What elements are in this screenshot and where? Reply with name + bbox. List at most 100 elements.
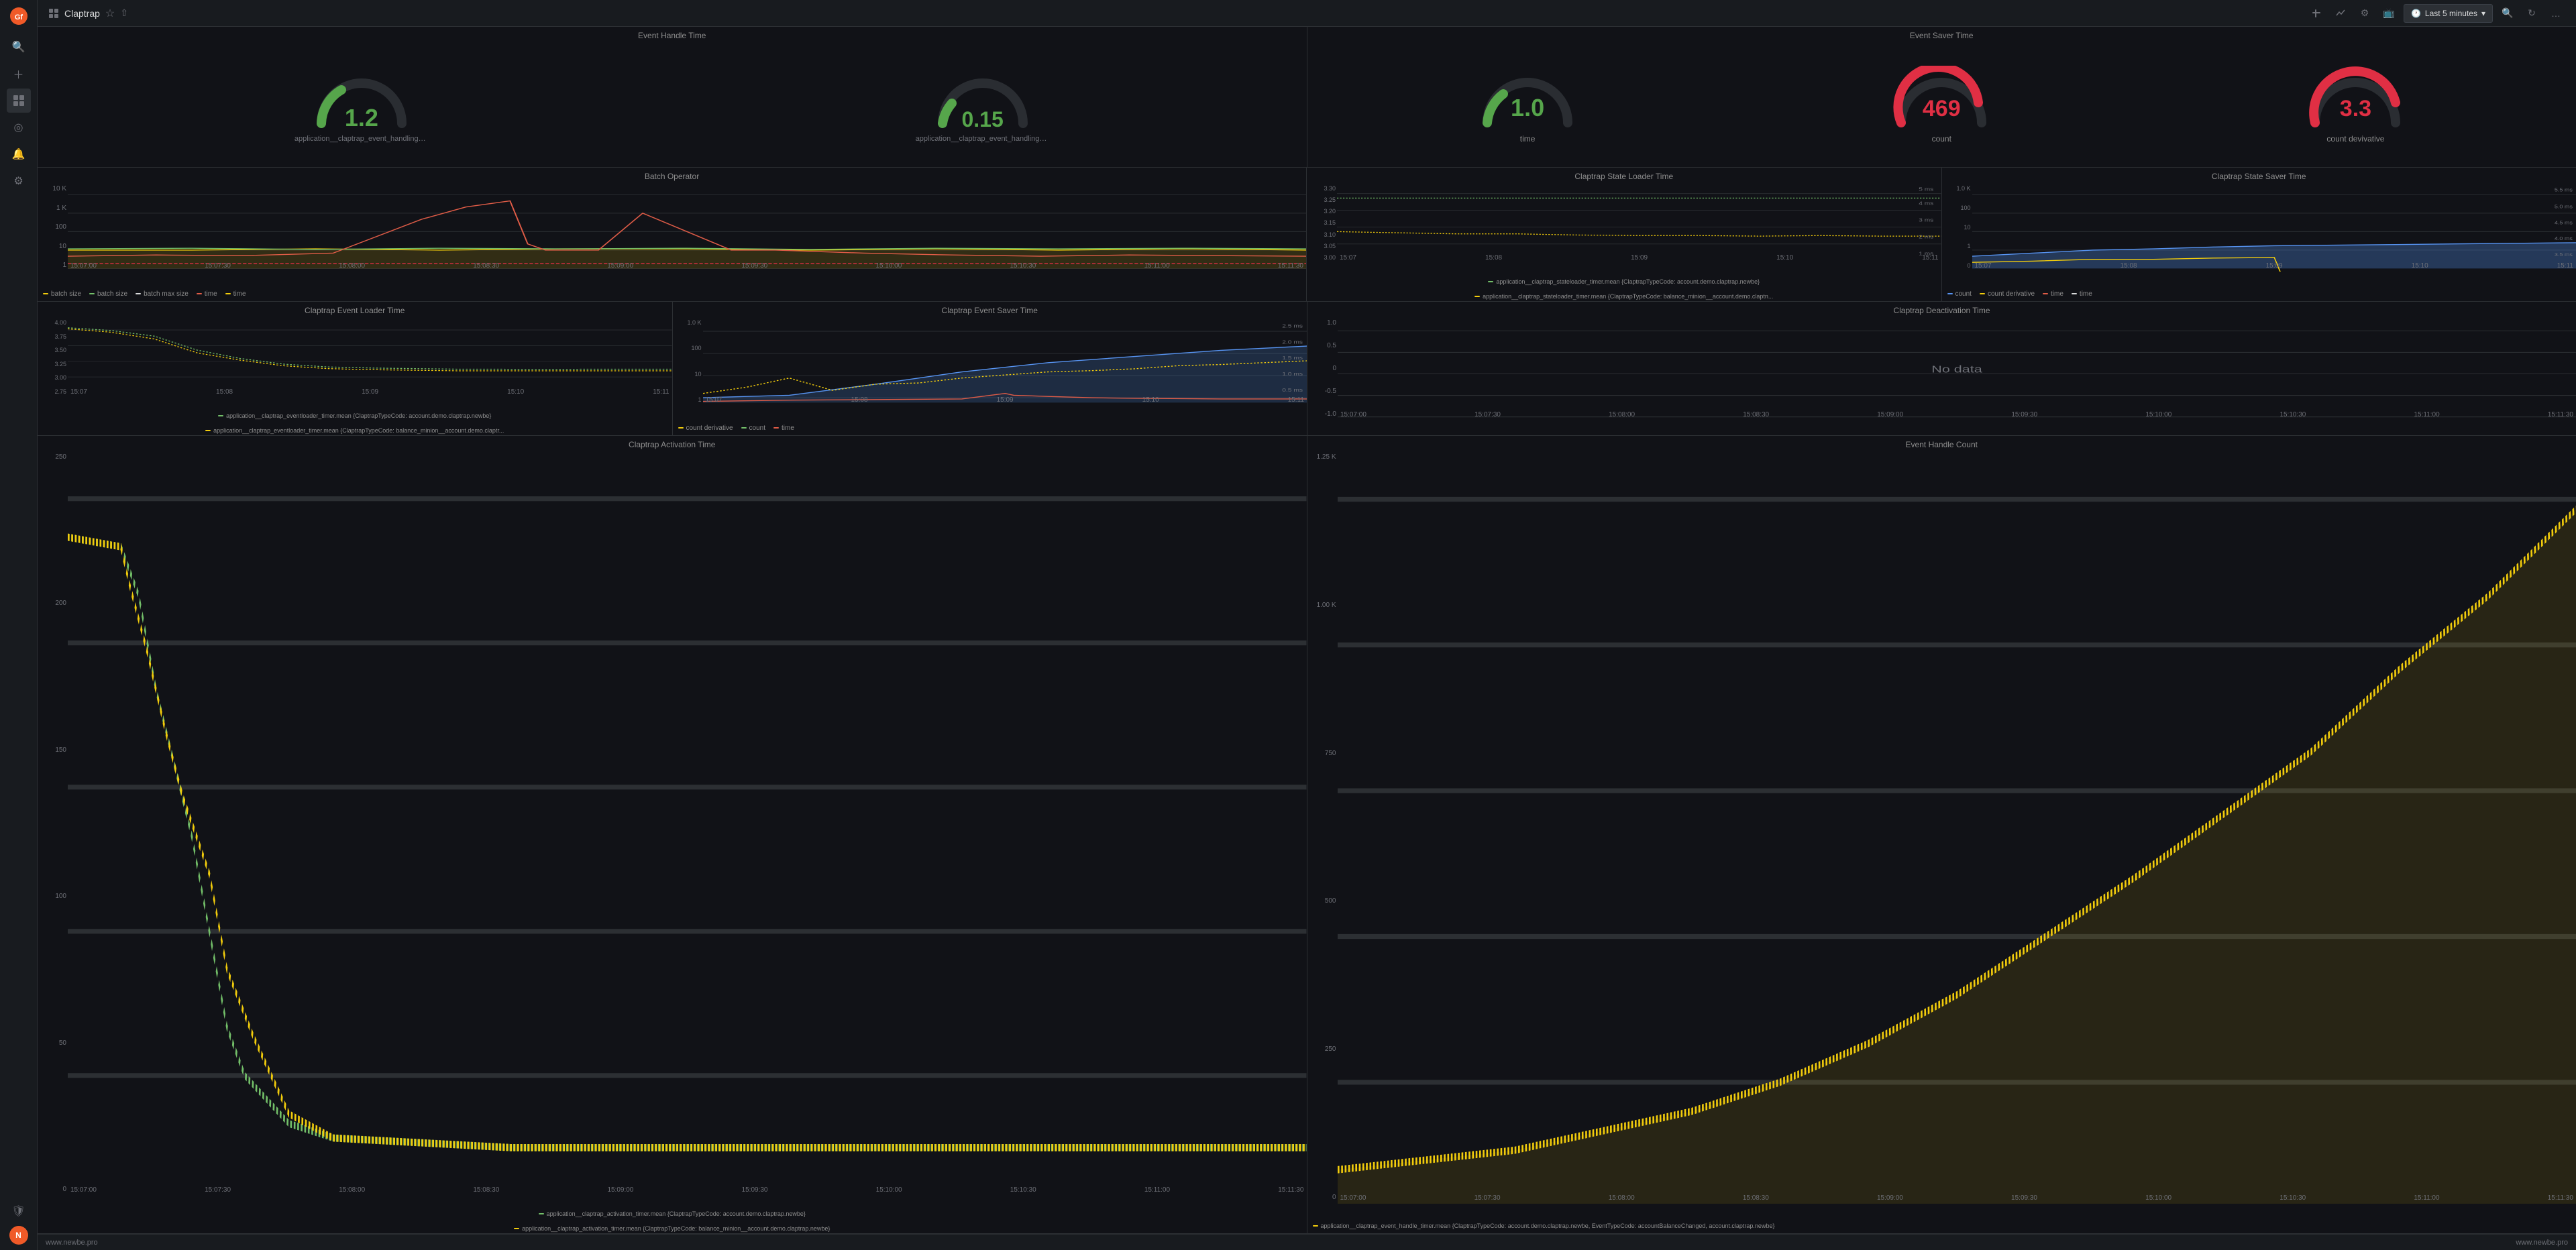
chart-body-state-loader: 3.30 3.25 3.20 3.15 3.10 3.05 3.00 (1307, 182, 1941, 278)
legend-es-count-deriv: count derivative (678, 424, 733, 432)
user-avatar[interactable]: N (9, 1226, 28, 1245)
svg-text:2.5 ms: 2.5 ms (1282, 323, 1303, 329)
legend-ss-count: count (1947, 290, 1972, 298)
graph-view-button[interactable] (2331, 4, 2350, 23)
svg-text:2 ms: 2 ms (1919, 234, 1934, 239)
legend-event-handle-count: application__claptrap_event_handle_timer… (1307, 1218, 2576, 1233)
chart-body-state-saver: 1.0 K 100 10 1 0 (1942, 182, 2576, 286)
legend-state-loader: application__claptrap_stateloader_timer.… (1307, 278, 1941, 301)
panel-state-saver-time: Claptrap State Saver Time 1.0 K 100 10 1… (1942, 168, 2576, 301)
legend-act-1: application__claptrap_activation_timer.m… (539, 1210, 806, 1217)
panel-deactivation-time: Claptrap Deactivation Time 1.0 0.5 0 -0.… (1307, 302, 2576, 435)
topbar-actions: ⚙ 📺 🕐 Last 5 minutes ▾ 🔍 ↻ … (2307, 4, 2565, 23)
gauge-3-3-count-deriv: 3.3 count devivative (2149, 66, 2563, 144)
sidebar-item-search[interactable]: 🔍 (7, 35, 31, 59)
sidebar-item-config[interactable]: ⚙ (7, 169, 31, 193)
legend-ehc-1: application__claptrap_event_handle_timer… (1313, 1223, 1775, 1229)
legend-batch-size-2: batch size (89, 290, 127, 298)
chart-area-event-handle-count (1338, 451, 2576, 1204)
svg-text:1.0 ms: 1.0 ms (1282, 371, 1303, 376)
more-button[interactable]: … (2546, 4, 2565, 23)
bottombar: www.newbe.pro www.newbe.pro (38, 1234, 2576, 1250)
svg-text:4.5 ms: 4.5 ms (2554, 220, 2572, 225)
svg-text:0.5 ms: 0.5 ms (1282, 387, 1303, 392)
zoom-out-button[interactable]: 🔍 (2498, 4, 2517, 23)
x-axis-state-saver: 15:07 15:08 15:09 15:10 15:11 (1972, 260, 2576, 272)
svg-text:Gf: Gf (14, 13, 23, 21)
panel-title-deactivation: Claptrap Deactivation Time (1307, 302, 2576, 317)
legend-ss-time-1: time (2043, 290, 2063, 298)
x-axis-event-handle-count: 15:07:00 15:07:30 15:08:00 15:08:30 15:0… (1338, 1192, 2576, 1204)
y-axis-activation: 250 200 150 100 50 0 (38, 451, 68, 1196)
gauge-subtitle-1: application__claptrap_event_handling_tim… (294, 135, 429, 143)
gauge-label-count-deriv: count devivative (2326, 134, 2384, 144)
y-axis-batch: 10 K 1 K 100 10 1 (38, 182, 68, 272)
legend-batch: batch size batch size batch max size tim… (38, 286, 1306, 301)
svg-text:2.0 ms: 2.0 ms (1282, 339, 1303, 345)
settings-button[interactable]: ⚙ (2355, 4, 2374, 23)
panel-title-event-handle-time: Event Handle Time (38, 27, 1307, 42)
gauge-subtitle-2: application__claptrap_event_handling_tim… (916, 135, 1050, 143)
legend-sl-2: application__claptrap_stateloader_timer.… (1474, 293, 1773, 300)
sidebar: Gf 🔍 ＋ ◎ 🔔 ⚙ 🛡 N (0, 0, 38, 1250)
gauge-svg-469: 469 (1888, 66, 1995, 133)
gauge-svg-1-0: 1.0 (1474, 66, 1581, 133)
legend-event-loader: application__claptrap_eventloader_timer.… (38, 412, 672, 435)
x-axis-batch: 15:07:00 15:07:30 15:08:00 15:08:30 15:0… (68, 260, 1306, 272)
svg-text:4 ms: 4 ms (1919, 201, 1934, 206)
svg-text:1.5 ms: 1.5 ms (1282, 355, 1303, 361)
y-axis-deactivation: 1.0 0.5 0 -0.5 -1.0 (1307, 317, 1338, 420)
panel-title-activation: Claptrap Activation Time (38, 436, 1307, 451)
sidebar-item-explore[interactable]: ◎ (7, 115, 31, 139)
gauge-1-2: 1.2 application__claptrap_event_handling… (51, 66, 672, 143)
share-icon[interactable]: ⇧ (120, 7, 128, 19)
legend-batch-size-1: batch size (43, 290, 81, 298)
panel-title-event-saver-chart: Claptrap Event Saver Time (673, 302, 1307, 317)
chart-row-4: Claptrap Activation Time 250 200 150 100… (38, 436, 2576, 1234)
svg-text:3 ms: 3 ms (1919, 217, 1934, 223)
svg-text:No data: No data (1931, 363, 1982, 375)
x-axis-deactivation: 15:07:00 15:07:30 15:08:00 15:08:30 15:0… (1338, 408, 2576, 420)
y-axis-event-loader: 4.00 3.75 3.50 3.25 3.00 2.75 (38, 317, 68, 398)
bottombar-left: www.newbe.pro (46, 1239, 98, 1247)
y-axis-event-saver: 1.0 K 100 10 1 (673, 317, 703, 406)
chart-area-event-saver: 2.5 ms 2.0 ms 1.5 ms 1.0 ms 0.5 ms (703, 317, 1307, 406)
x-axis-activation: 15:07:00 15:07:30 15:08:00 15:08:30 15:0… (68, 1184, 1307, 1196)
panel-event-saver-time-chart: Claptrap Event Saver Time 1.0 K 100 10 1 (673, 302, 1308, 435)
page-title: Claptrap (64, 8, 100, 19)
time-range-selector[interactable]: 🕐 Last 5 minutes ▾ (2404, 4, 2493, 23)
tv-mode-button[interactable]: 📺 (2379, 4, 2398, 23)
sidebar-item-shield[interactable]: 🛡 (7, 1199, 31, 1223)
add-panel-button[interactable] (2307, 4, 2326, 23)
sidebar-item-dashboard[interactable] (7, 89, 31, 113)
panel-title-event-saver-time: Event Saver Time (1307, 27, 2576, 42)
panel-title-event-handle-count: Event Handle Count (1307, 436, 2576, 451)
dashboard-grid-icon (48, 8, 59, 19)
gauge-svg-0-15: 0.15 (929, 66, 1036, 133)
x-axis-event-loader: 15:07 15:08 15:09 15:10 15:11 (68, 386, 672, 398)
panel-event-loader-time: Claptrap Event Loader Time 4.00 3.75 3.5… (38, 302, 673, 435)
x-axis-state-loader: 15:07 15:08 15:09 15:10 15:11 (1337, 251, 1941, 264)
svg-text:3.5 ms: 3.5 ms (2554, 252, 2572, 258)
chart-body-activation: 250 200 150 100 50 0 (38, 451, 1307, 1210)
panel-title-event-loader: Claptrap Event Loader Time (38, 302, 672, 317)
gauge-container-event-handle: 1.2 application__claptrap_event_handling… (38, 42, 1307, 167)
refresh-button[interactable]: ↻ (2522, 4, 2541, 23)
legend-es-time: time (773, 424, 794, 432)
chart-body-event-handle-count: 1.25 K 1.00 K 750 500 250 0 (1307, 451, 2576, 1218)
chart-area-state-saver: 5.5 ms 5.0 ms 4.5 ms 4.0 ms 3.5 ms (1972, 182, 2576, 272)
time-range-label: Last 5 minutes (2425, 9, 2477, 18)
sidebar-item-alerting[interactable]: 🔔 (7, 142, 31, 166)
panel-activation-time: Claptrap Activation Time 250 200 150 100… (38, 436, 1307, 1233)
legend-el-2: application__claptrap_eventloader_timer.… (205, 427, 504, 434)
legend-el-1: application__claptrap_eventloader_timer.… (218, 412, 491, 419)
gauge-0-15: 0.15 application__claptrap_event_handlin… (672, 66, 1293, 143)
panel-state-loader-time: Claptrap State Loader Time 3.30 3.25 3.2… (1307, 168, 1942, 301)
chevron-down-icon: ▾ (2481, 9, 2485, 18)
legend-batch-time-1: time (197, 290, 217, 298)
sidebar-item-add[interactable]: ＋ (7, 62, 31, 86)
star-icon[interactable]: ☆ (105, 7, 115, 20)
chart-body-event-loader: 4.00 3.75 3.50 3.25 3.00 2.75 (38, 317, 672, 412)
panel-title-state-saver: Claptrap State Saver Time (1942, 168, 2576, 182)
panel-batch-operator: Batch Operator 10 K 1 K 100 10 1 (38, 168, 1307, 301)
